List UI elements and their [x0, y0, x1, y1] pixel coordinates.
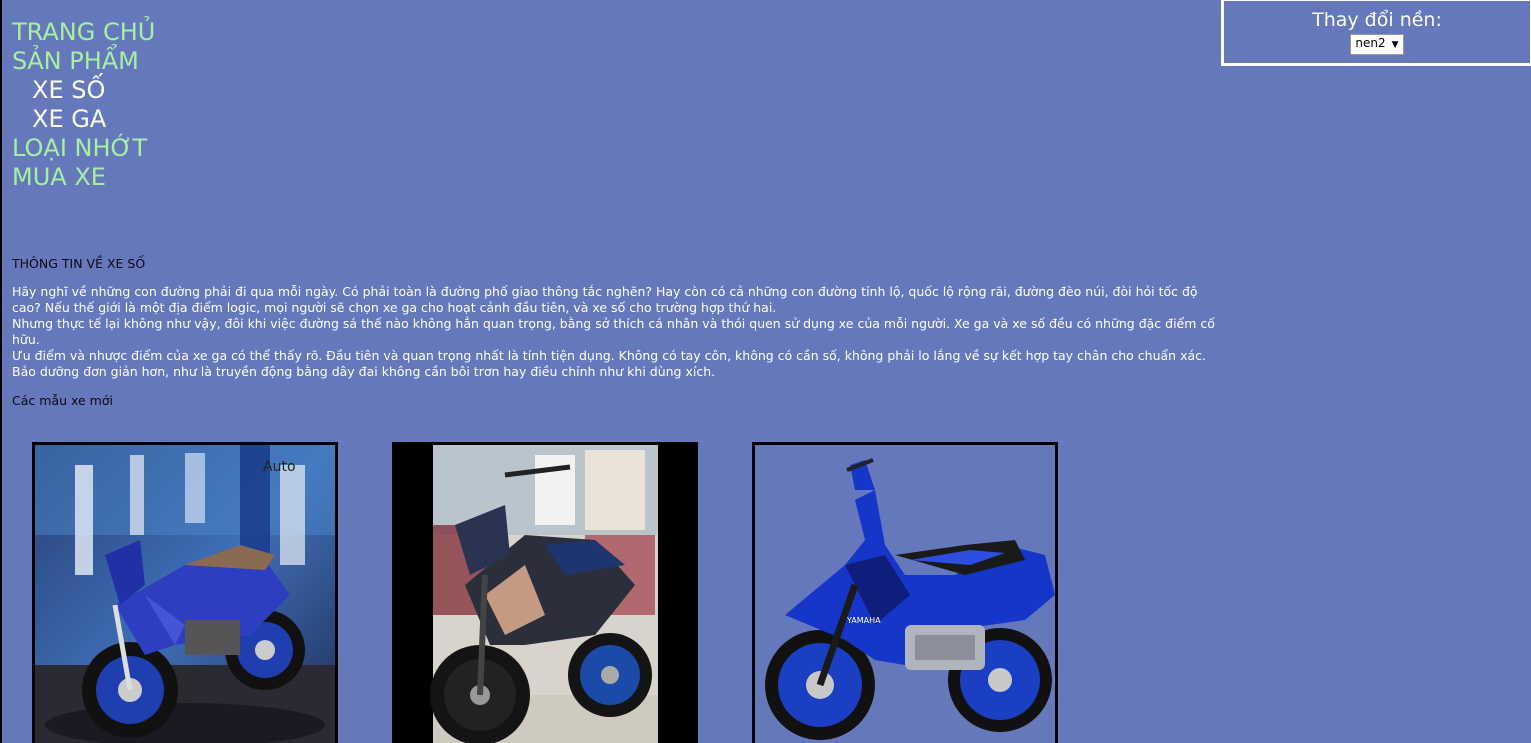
motorbike-image: YAMAHA	[755, 445, 1055, 743]
motorbike-photo-3[interactable]: YAMAHA	[752, 442, 1058, 743]
intro-text: Hãy nghĩ về những con đường phải đi qua …	[12, 284, 1222, 380]
paragraph: Hãy nghĩ về những con đường phải đi qua …	[12, 284, 1198, 315]
background-switcher-label: Thay đổi nền:	[1312, 9, 1442, 31]
new-models-heading: Các mẫu xe mới	[12, 393, 113, 408]
nav-products-link[interactable]: SẢN PHẨM	[12, 47, 155, 76]
nav-buy-link[interactable]: MUA XE	[12, 163, 155, 192]
main-content: THÔNG TIN VỀ XE SỐ Hãy nghĩ về những con…	[12, 256, 1222, 408]
dropdown-arrow-icon: ▼	[1391, 40, 1399, 50]
brand-text: YAMAHA	[846, 616, 881, 625]
page: TRANG CHỦ SẢN PHẨM XE SỐ XE GA LOẠI NHỚT…	[0, 0, 1531, 743]
motorbike-photo-1[interactable]: Auto	[32, 442, 338, 743]
nav-xe-ga-link[interactable]: XE GA	[12, 105, 155, 134]
main-nav: TRANG CHỦ SẢN PHẨM XE SỐ XE GA LOẠI NHỚT…	[12, 18, 155, 192]
nav-home-link[interactable]: TRANG CHỦ	[12, 18, 155, 47]
background-switcher: Thay đổi nền: nen2 ▼	[1221, 0, 1531, 66]
motorbike-image	[395, 445, 695, 743]
watermark-text: Auto	[263, 459, 296, 475]
paragraph: Ưu điểm và nhược điểm của xe ga có thể t…	[12, 348, 1206, 379]
nav-oil-link[interactable]: LOẠI NHỚT	[12, 134, 155, 163]
background-select-value: nen2	[1355, 36, 1386, 50]
section-heading: THÔNG TIN VỀ XE SỐ	[12, 256, 146, 271]
motorbike-image: Auto	[35, 445, 335, 743]
motorbike-photo-2[interactable]	[392, 442, 698, 743]
background-select[interactable]: nen2 ▼	[1350, 34, 1404, 55]
nav-xe-so-link[interactable]: XE SỐ	[12, 76, 155, 105]
paragraph: Nhưng thực tế lại không như vậy, đôi khi…	[12, 316, 1215, 347]
